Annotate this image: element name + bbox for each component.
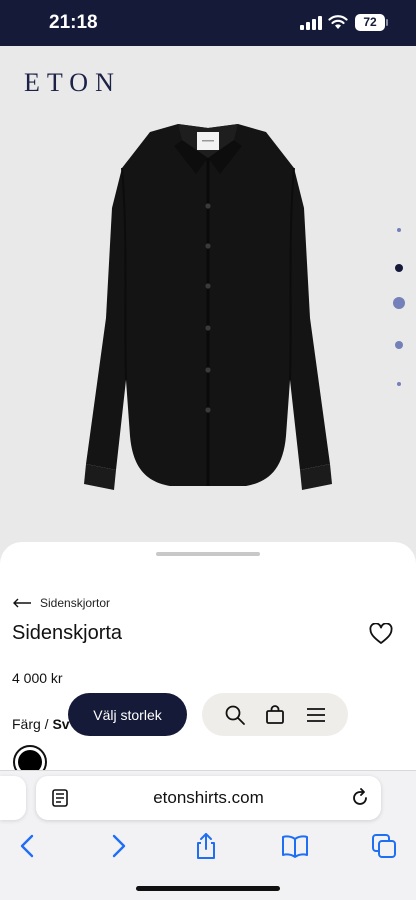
bookmarks-icon[interactable]: [281, 832, 309, 860]
color-label: Färg / Sv: [12, 716, 70, 732]
search-icon[interactable]: [224, 704, 246, 726]
url-text[interactable]: etonshirts.com: [36, 788, 381, 808]
tabs-icon[interactable]: [370, 832, 398, 860]
status-bar: 21:18 72: [0, 0, 416, 46]
product-sheet: Sidenskjortor Sidenskjorta 4 000 kr Färg…: [0, 542, 416, 802]
sheet-grabber[interactable]: [156, 552, 260, 556]
back-breadcrumb[interactable]: Sidenskjortor: [12, 594, 110, 612]
reload-icon[interactable]: [350, 788, 370, 808]
wifi-icon: [328, 15, 348, 29]
battery-indicator: 72: [355, 14, 385, 31]
gallery-dot[interactable]: [397, 382, 401, 386]
gallery-dot-active[interactable]: [395, 264, 403, 272]
gallery-dot[interactable]: [393, 297, 405, 309]
product-price: 4 000 kr: [12, 670, 63, 686]
select-size-button[interactable]: Välj storlek: [68, 693, 187, 736]
battery-tip: [386, 19, 388, 26]
forward-icon[interactable]: [104, 832, 132, 860]
back-arrow-icon: [13, 598, 31, 608]
back-icon[interactable]: [14, 832, 42, 860]
gallery-dot[interactable]: [395, 341, 403, 349]
toolbar-pill: [202, 693, 348, 736]
product-image[interactable]: [78, 118, 338, 492]
address-bar[interactable]: etonshirts.com: [36, 776, 381, 820]
status-time: 21:18: [49, 12, 98, 33]
color-label-prefix: Färg /: [12, 716, 53, 732]
menu-icon[interactable]: [305, 704, 327, 726]
eton-logo[interactable]: ETON: [24, 68, 121, 98]
breadcrumb-label: Sidenskjortor: [40, 596, 111, 610]
gallery-dot[interactable]: [397, 228, 401, 232]
signal-icon: [300, 16, 322, 30]
previous-tab-edge[interactable]: [0, 776, 26, 820]
color-label-value: Sv: [52, 716, 70, 732]
home-indicator: [136, 886, 280, 891]
heart-icon[interactable]: [369, 623, 393, 645]
gallery-pagination: [390, 222, 410, 392]
bag-icon[interactable]: [264, 704, 286, 726]
share-icon[interactable]: [192, 832, 220, 860]
product-title: Sidenskjorta: [12, 622, 123, 644]
